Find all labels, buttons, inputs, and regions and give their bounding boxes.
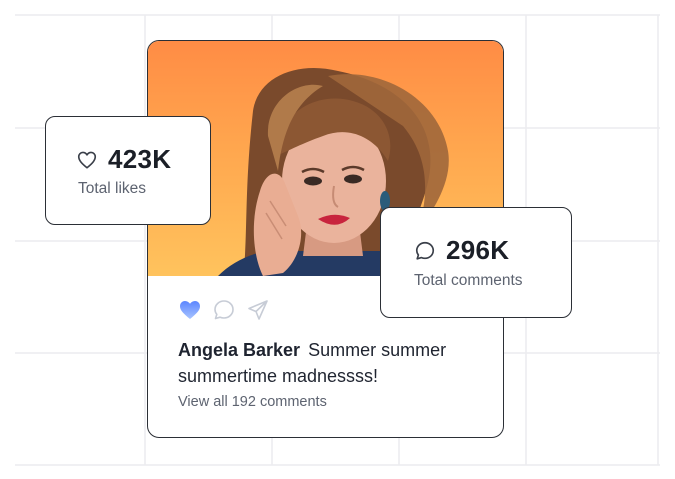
likes-stat-card: 423K Total likes bbox=[45, 116, 211, 225]
likes-value: 423K bbox=[108, 144, 172, 174]
post-actions bbox=[178, 298, 270, 322]
post-caption: Angela Barker Summer summer summertime ma… bbox=[178, 337, 478, 389]
comments-value: 296K bbox=[446, 235, 510, 265]
post-author[interactable]: Angela Barker bbox=[178, 340, 300, 360]
comment-icon bbox=[414, 240, 436, 262]
comments-stat-card: 296K Total comments bbox=[380, 207, 572, 318]
send-icon[interactable] bbox=[246, 298, 270, 322]
likes-label: Total likes bbox=[78, 180, 147, 197]
comment-icon[interactable] bbox=[212, 298, 236, 322]
heart-filled-icon[interactable] bbox=[178, 298, 202, 322]
comments-label: Total comments bbox=[414, 272, 523, 289]
heart-icon bbox=[76, 149, 98, 171]
view-comments-link[interactable]: View all 192 comments bbox=[178, 394, 327, 410]
